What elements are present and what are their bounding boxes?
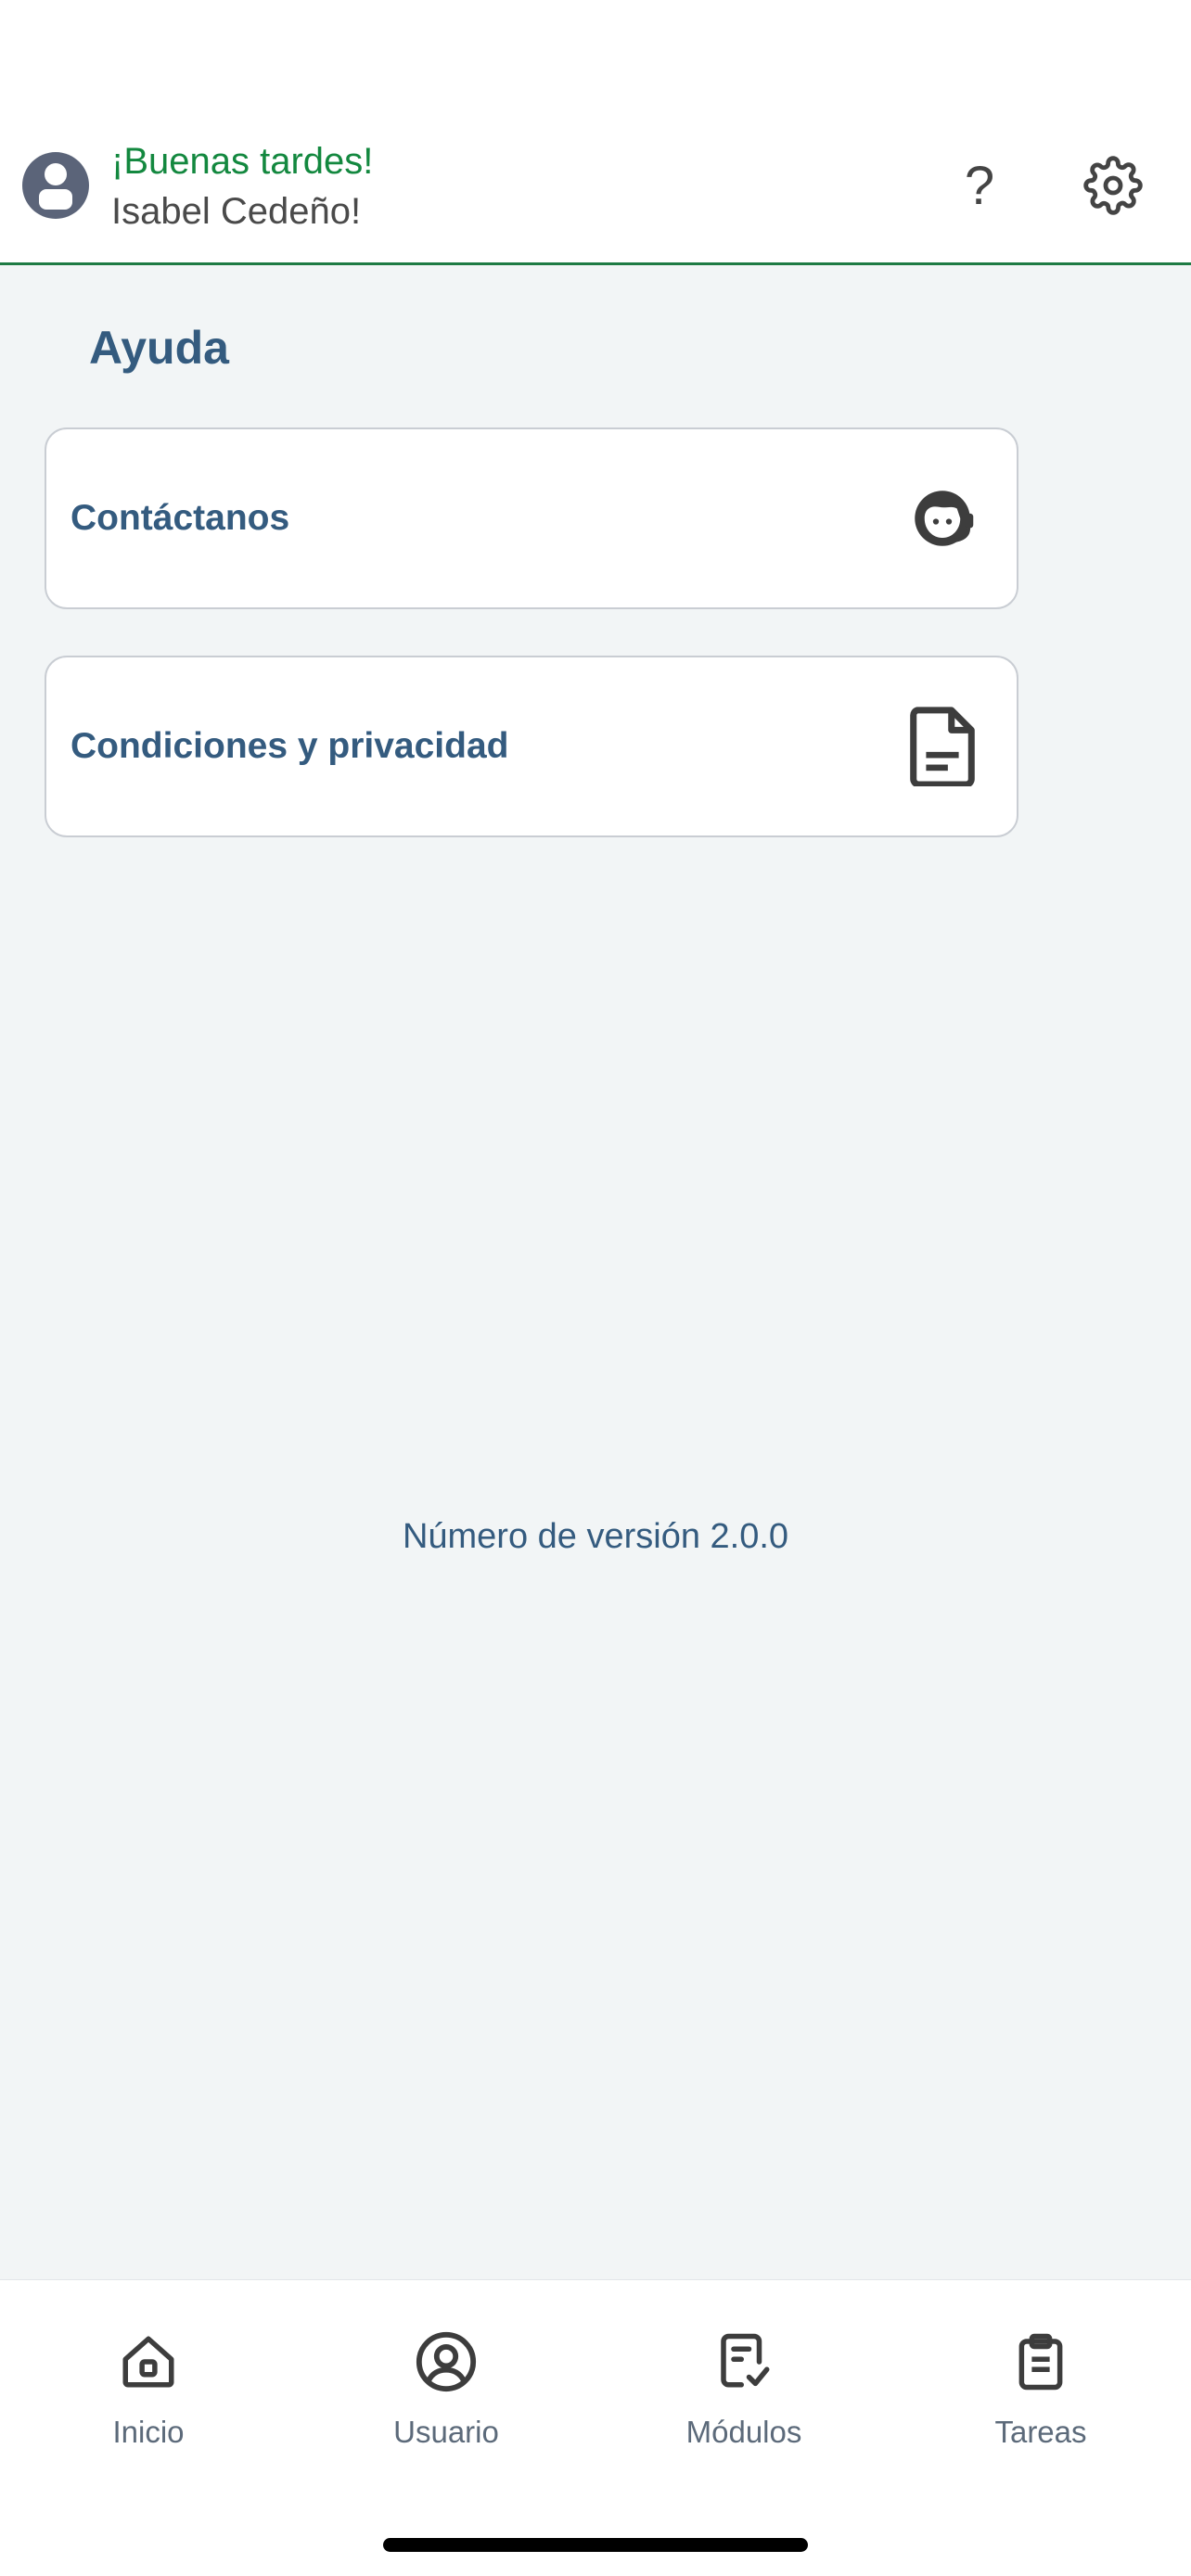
home-icon xyxy=(111,2325,186,2399)
greeting-text: ¡Buenas tardes! xyxy=(111,141,374,182)
nav-item-modulos[interactable]: Módulos xyxy=(651,2325,837,2464)
terms-privacy-card[interactable]: Condiciones y privacidad xyxy=(45,656,1018,837)
app-header: ¡Buenas tardes! Isabel Cedeño! ? xyxy=(0,0,1191,265)
clipboard-icon xyxy=(1004,2325,1078,2399)
document-icon xyxy=(896,700,989,793)
terms-privacy-label: Condiciones y privacidad xyxy=(70,726,509,766)
nav-item-usuario[interactable]: Usuario xyxy=(353,2325,539,2464)
nav-label-usuario: Usuario xyxy=(393,2415,499,2449)
nav-label-inicio: Inicio xyxy=(112,2415,185,2449)
nav-label-tareas: Tareas xyxy=(994,2415,1087,2449)
support-agent-icon xyxy=(896,472,989,565)
user-circle-icon xyxy=(409,2325,483,2399)
bottom-nav: Inicio Usuario Módulos Tareas xyxy=(0,2279,1191,2576)
gear-icon xyxy=(1083,156,1143,215)
page-title: Ayuda xyxy=(89,322,229,374)
settings-button[interactable] xyxy=(1076,148,1150,223)
checklist-icon xyxy=(707,2325,781,2399)
nav-item-inicio[interactable]: Inicio xyxy=(56,2325,241,2464)
nav-label-modulos: Módulos xyxy=(685,2415,802,2449)
user-name: Isabel Cedeño! xyxy=(111,191,362,232)
contact-us-label: Contáctanos xyxy=(70,498,290,538)
version-number: Número de versión 2.0.0 xyxy=(402,1517,789,1556)
contact-us-card[interactable]: Contáctanos xyxy=(45,427,1018,609)
user-avatar-icon[interactable] xyxy=(22,152,89,219)
help-screen: ¡Buenas tardes! Isabel Cedeño! ? Ayuda C… xyxy=(0,0,1191,2576)
help-button[interactable]: ? xyxy=(946,148,1013,223)
nav-item-tareas[interactable]: Tareas xyxy=(948,2325,1133,2464)
home-indicator[interactable] xyxy=(383,2538,808,2552)
